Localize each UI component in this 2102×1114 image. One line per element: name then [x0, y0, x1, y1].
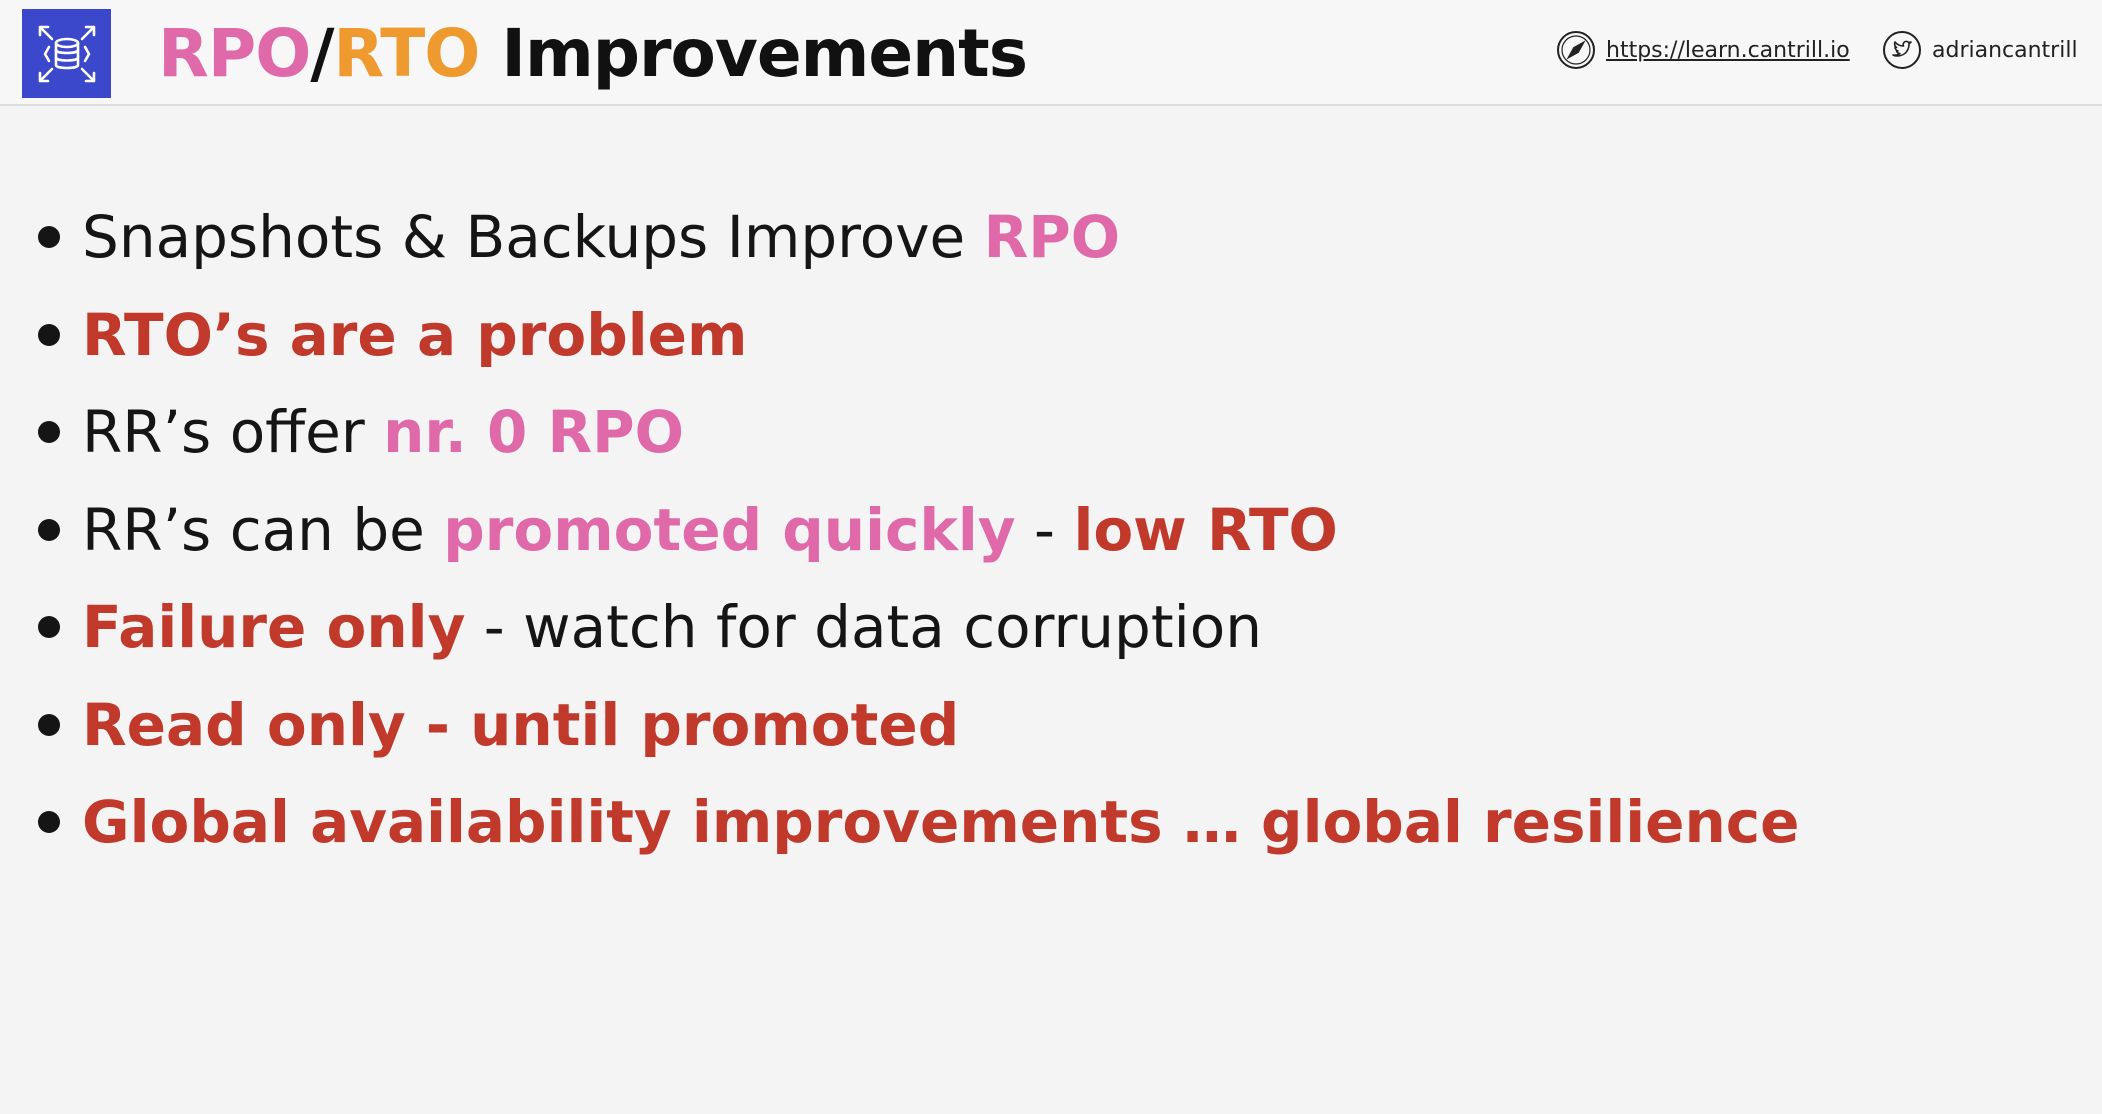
- bullet-text-segment: RR’s offer: [82, 398, 384, 467]
- twitter-link[interactable]: adriancantrill: [1882, 30, 2078, 70]
- bullet-text-segment: -: [1015, 495, 1074, 564]
- twitter-handle[interactable]: adriancantrill: [1932, 38, 2078, 63]
- bullet-text-segment: RR’s can be: [82, 495, 444, 564]
- bullet-text-segment: Failure only: [82, 593, 466, 662]
- bullet-dot: [38, 616, 60, 639]
- bullet-text-segment: Global availability improvements … globa…: [82, 788, 1800, 857]
- title-slash: /: [310, 15, 334, 92]
- slide-header: RPO/RTO Improvements https://learn.cantr…: [0, 0, 2102, 106]
- title-rto: RTO: [333, 15, 480, 92]
- aws-rds-database-icon: [22, 9, 111, 98]
- bullet-dot: [38, 421, 60, 444]
- compass-icon: [1556, 30, 1596, 70]
- bullet-text-segment: RTO’s are a problem: [82, 300, 748, 369]
- bullet-text-segment: promoted quickly: [443, 495, 1016, 564]
- bullet-dot: [38, 226, 60, 249]
- twitter-bird-icon: [1882, 30, 1922, 70]
- bullet-item: Global availability improvements … globa…: [38, 755, 2078, 890]
- page-title: RPO/RTO Improvements: [158, 8, 1028, 100]
- website-url[interactable]: https://learn.cantrill.io: [1606, 38, 1850, 63]
- website-link[interactable]: https://learn.cantrill.io: [1556, 30, 1850, 70]
- bullet-text-segment: Snapshots & Backups Improve: [82, 203, 984, 272]
- bullet-text-segment: low RTO: [1073, 495, 1338, 564]
- bullet-list: Snapshots & Backups Improve RPO RTO’s are…: [38, 170, 2078, 890]
- bullet-text-segment: Read only - until promoted: [82, 690, 960, 759]
- slide: RPO/RTO Improvements https://learn.cantr…: [0, 0, 2102, 1114]
- title-rpo: RPO: [158, 15, 311, 92]
- bullet-dot: [38, 811, 60, 834]
- bullet-dot: [38, 713, 60, 736]
- bullet-dot: [38, 518, 60, 541]
- bullet-dot: [38, 323, 60, 346]
- bullet-text-segment: - watch for data corruption: [465, 593, 1262, 662]
- bullet-text-segment: nr. 0 RPO: [383, 398, 684, 467]
- title-improvements: Improvements: [479, 15, 1028, 92]
- bullet-text-segment: RPO: [983, 203, 1121, 272]
